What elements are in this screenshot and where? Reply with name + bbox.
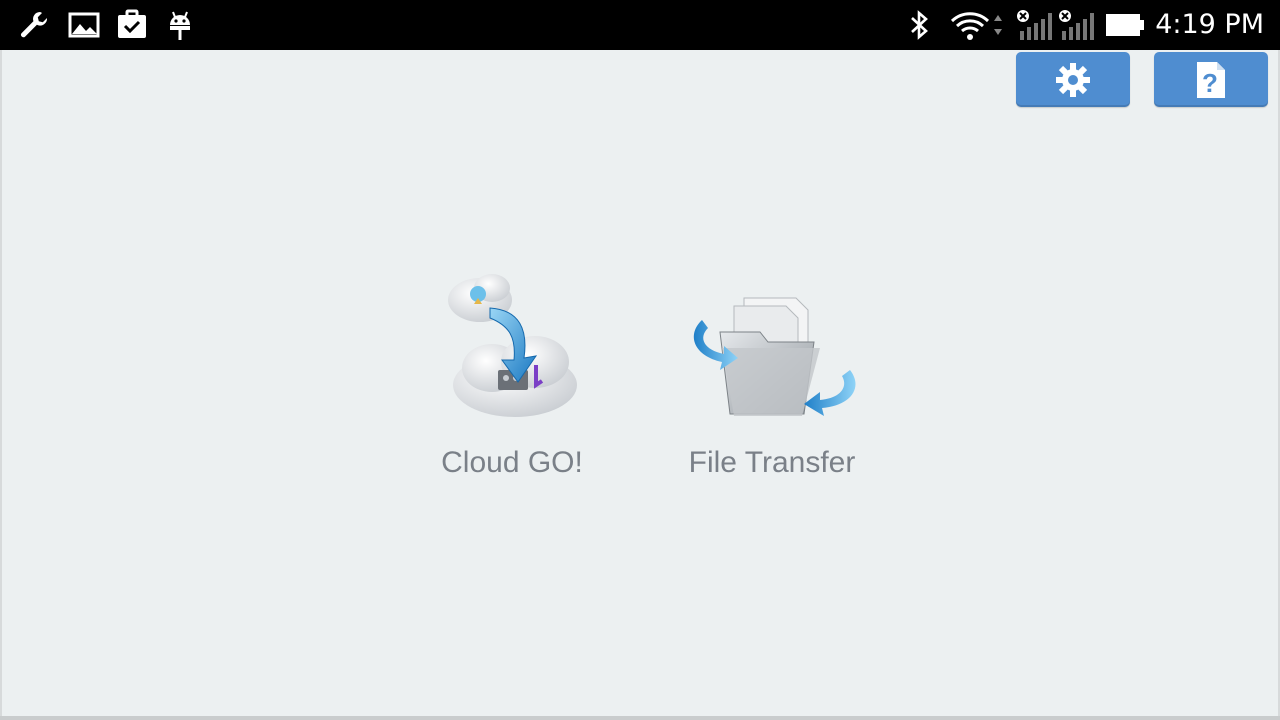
app-tile-cloud-go[interactable]: Cloud GO! xyxy=(432,270,592,490)
cloud-sync-icon xyxy=(448,274,577,417)
settings-button[interactable] xyxy=(1016,52,1130,107)
android-icon xyxy=(164,9,196,41)
signal-no-sim-icon xyxy=(1014,9,1054,41)
wrench-icon xyxy=(18,9,50,41)
status-clock: 4:19 PM xyxy=(1155,9,1264,40)
clipboard-check-icon xyxy=(116,9,148,41)
wifi-icon xyxy=(950,9,1006,41)
battery-icon xyxy=(1104,9,1146,41)
image-icon xyxy=(68,9,100,41)
main-panel: ? Cloud GO! File Transfer xyxy=(0,50,1280,716)
bluetooth-icon xyxy=(903,9,935,41)
bottom-edge xyxy=(0,716,1280,720)
help-button[interactable]: ? xyxy=(1154,52,1268,107)
status-bar: 4:19 PM xyxy=(0,0,1280,50)
app-tile-file-transfer[interactable]: File Transfer xyxy=(672,270,872,490)
help-document-icon: ? xyxy=(1197,61,1225,98)
folder-transfer-icon xyxy=(693,297,856,416)
gear-icon xyxy=(1056,62,1090,97)
signal-no-sim-icon xyxy=(1056,9,1096,41)
app-label-cloud-go: Cloud GO! xyxy=(441,446,583,479)
svg-text:?: ? xyxy=(1202,68,1218,98)
app-label-file-transfer: File Transfer xyxy=(688,446,856,479)
